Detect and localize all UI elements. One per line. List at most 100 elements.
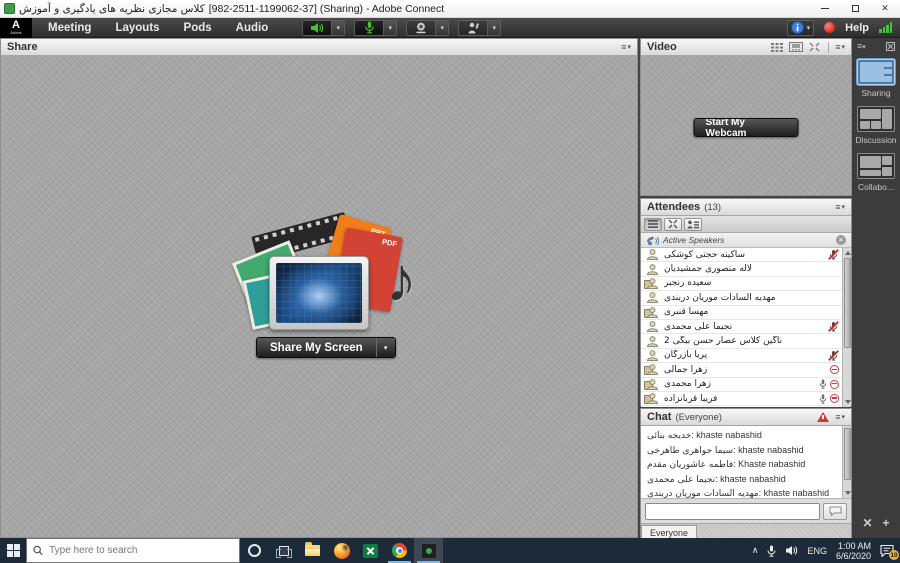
meeting-info-control[interactable]: ▾	[786, 19, 815, 36]
taskbar-app-icon[interactable]	[414, 538, 443, 563]
layout-thumbnail[interactable]	[857, 153, 895, 179]
chat-message: سیما جواهری طاهرخی: khaste nabashid	[647, 444, 841, 459]
attendee-row[interactable]: زهرا محمدی	[641, 377, 851, 392]
layout-item[interactable]: Sharing	[854, 59, 898, 98]
taskbar-app-icon[interactable]	[269, 538, 298, 563]
attendee-list-view-button[interactable]	[644, 217, 662, 231]
attendee-row[interactable]: لاله منصوری جمشیدیان	[641, 262, 851, 277]
attendees-pod-menu-button[interactable]: ≡ ▾	[835, 202, 845, 212]
webcam-dropdown[interactable]: ▾	[436, 19, 450, 36]
close-layout-icon[interactable]: ✕	[862, 516, 872, 530]
layout-list: Sharing Discussion Collabo...	[852, 59, 900, 192]
chat-scroll-thumb[interactable]	[843, 428, 851, 480]
search-input[interactable]	[49, 545, 233, 556]
attendee-row[interactable]: ناگین کلاس عصار حسن بیگی 2	[641, 334, 851, 349]
clock[interactable]: 1:00 AM 6/6/2020	[836, 541, 871, 561]
taskbar-app-icon[interactable]	[356, 538, 385, 563]
status-control[interactable]: ▾	[458, 19, 502, 36]
active-speakers-close-icon[interactable]: ✕	[836, 235, 846, 245]
menubar-item[interactable]: Pods	[184, 22, 212, 34]
share-pod-menu-button[interactable]: ≡ ▾	[621, 42, 631, 52]
attendee-status-view-button[interactable]	[684, 217, 702, 231]
share-options-dropdown[interactable]: ▾	[375, 338, 395, 357]
raise-hand-icon[interactable]	[458, 19, 489, 36]
microphone-control[interactable]: ▾	[354, 19, 398, 36]
attendees-scrollbar[interactable]	[842, 248, 851, 407]
menubar-item[interactable]: Meeting	[48, 22, 91, 34]
chat-pod-menu-button[interactable]: ≡ ▾	[835, 412, 845, 422]
chat-tab-everyone[interactable]: Everyone	[641, 525, 698, 539]
microphone-dropdown[interactable]: ▾	[384, 19, 398, 36]
filmstrip-view-icon[interactable]	[788, 41, 803, 53]
undock-icon[interactable]	[886, 41, 895, 51]
attendee-row[interactable]: فریبا قربانزاده	[641, 391, 851, 407]
taskbar-app-icon[interactable]	[385, 538, 414, 563]
attendee-row[interactable]: ساکینه حجتی کوشکی	[641, 248, 851, 263]
share-pod: Share ≡▾ PPT PDF ♪ Share My Screen ▾	[0, 38, 638, 538]
layout-thumbnail[interactable]	[857, 59, 895, 85]
video-pod: Video ≡ ▾ Start My Webcam	[640, 38, 852, 196]
layouts-menu-button[interactable]: ≡▾	[857, 41, 866, 51]
speaker-dropdown[interactable]: ▾	[332, 19, 346, 36]
attendee-row[interactable]: سعیده رنجبر	[641, 276, 851, 292]
music-note-icon: ♪	[386, 246, 417, 315]
layout-thumbnail[interactable]	[857, 106, 895, 132]
attendees-toolbar	[641, 216, 851, 233]
taskbar-app-icon[interactable]	[298, 538, 327, 563]
minimize-button[interactable]	[810, 0, 840, 17]
chat-scrollbar[interactable]	[842, 426, 851, 498]
breakout-room-view-button[interactable]	[664, 217, 682, 231]
attendee-row[interactable]: نجیما علی محمدی	[641, 319, 851, 335]
share-my-screen-button[interactable]: Share My Screen ▾	[256, 337, 396, 358]
attendee-row[interactable]: پریا بازرگان	[641, 348, 851, 364]
chat-input[interactable]	[645, 502, 820, 520]
status-dropdown[interactable]: ▾	[488, 19, 502, 36]
attendee-row[interactable]: مهدیه السادات موریان دربندی	[641, 291, 851, 306]
start-my-webcam-button[interactable]: Start My Webcam	[693, 118, 799, 137]
maximize-button[interactable]	[840, 0, 870, 17]
grid-view-icon[interactable]	[769, 41, 784, 53]
chat-message-text: khaste nabashid	[763, 488, 830, 498]
tray-chevron-up-icon[interactable]: ∧	[752, 545, 759, 556]
menubar-item[interactable]: Audio	[236, 22, 269, 34]
adobe-logo[interactable]: A Adobe	[0, 17, 32, 38]
attendee-row[interactable]: زهرا جمالی	[641, 363, 851, 378]
speaker-control[interactable]: ▾	[302, 19, 346, 36]
attendee-role-icon	[645, 321, 659, 333]
menubar-item[interactable]: Layouts	[115, 22, 159, 34]
attendee-list: ساکینه حجتی کوشکی لاله منصوری جمشیدیان س…	[641, 248, 851, 407]
layout-item[interactable]: Discussion	[854, 106, 898, 145]
scroll-up-icon[interactable]	[844, 251, 851, 255]
attendee-row[interactable]: مهسا قنبری	[641, 305, 851, 320]
video-pod-title: Video	[647, 41, 677, 53]
video-pod-menu-button[interactable]: ≡ ▾	[835, 42, 845, 52]
start-button[interactable]	[0, 538, 26, 563]
expand-view-icon[interactable]	[807, 41, 822, 53]
tray-microphone-icon[interactable]	[767, 545, 776, 557]
close-button[interactable]: ✕	[870, 0, 900, 17]
speaker-icon[interactable]	[302, 19, 333, 36]
scroll-down-icon[interactable]	[844, 400, 851, 404]
microphone-icon[interactable]	[354, 19, 385, 36]
layout-item[interactable]: Collabo...	[854, 153, 898, 192]
chat-send-button[interactable]	[823, 502, 847, 520]
chat-scroll-down-icon[interactable]	[844, 491, 851, 495]
webcam-control[interactable]: ▾	[406, 19, 450, 36]
taskbar-app-icon[interactable]	[240, 538, 269, 563]
language-indicator[interactable]: ENG	[807, 546, 827, 556]
stepped-away-icon	[830, 394, 839, 404]
active-speakers-bar: Active Speakers ✕	[641, 233, 851, 248]
share-my-screen-label[interactable]: Share My Screen	[257, 338, 376, 357]
help-menu[interactable]: Help	[845, 22, 869, 34]
webcam-icon[interactable]	[406, 19, 437, 36]
start-my-webcam-label[interactable]: Start My Webcam	[694, 119, 798, 136]
stepped-away-icon	[830, 365, 839, 375]
notification-center-icon[interactable]: 10	[880, 544, 899, 560]
header-divider	[828, 41, 830, 53]
add-layout-icon[interactable]: +	[883, 516, 890, 530]
attendees-scroll-thumb[interactable]	[843, 258, 851, 348]
taskbar-app-icon[interactable]	[327, 538, 356, 563]
active-speaker-icon	[647, 236, 659, 245]
tray-speaker-icon[interactable]	[785, 545, 798, 556]
taskbar-search[interactable]	[26, 538, 240, 563]
